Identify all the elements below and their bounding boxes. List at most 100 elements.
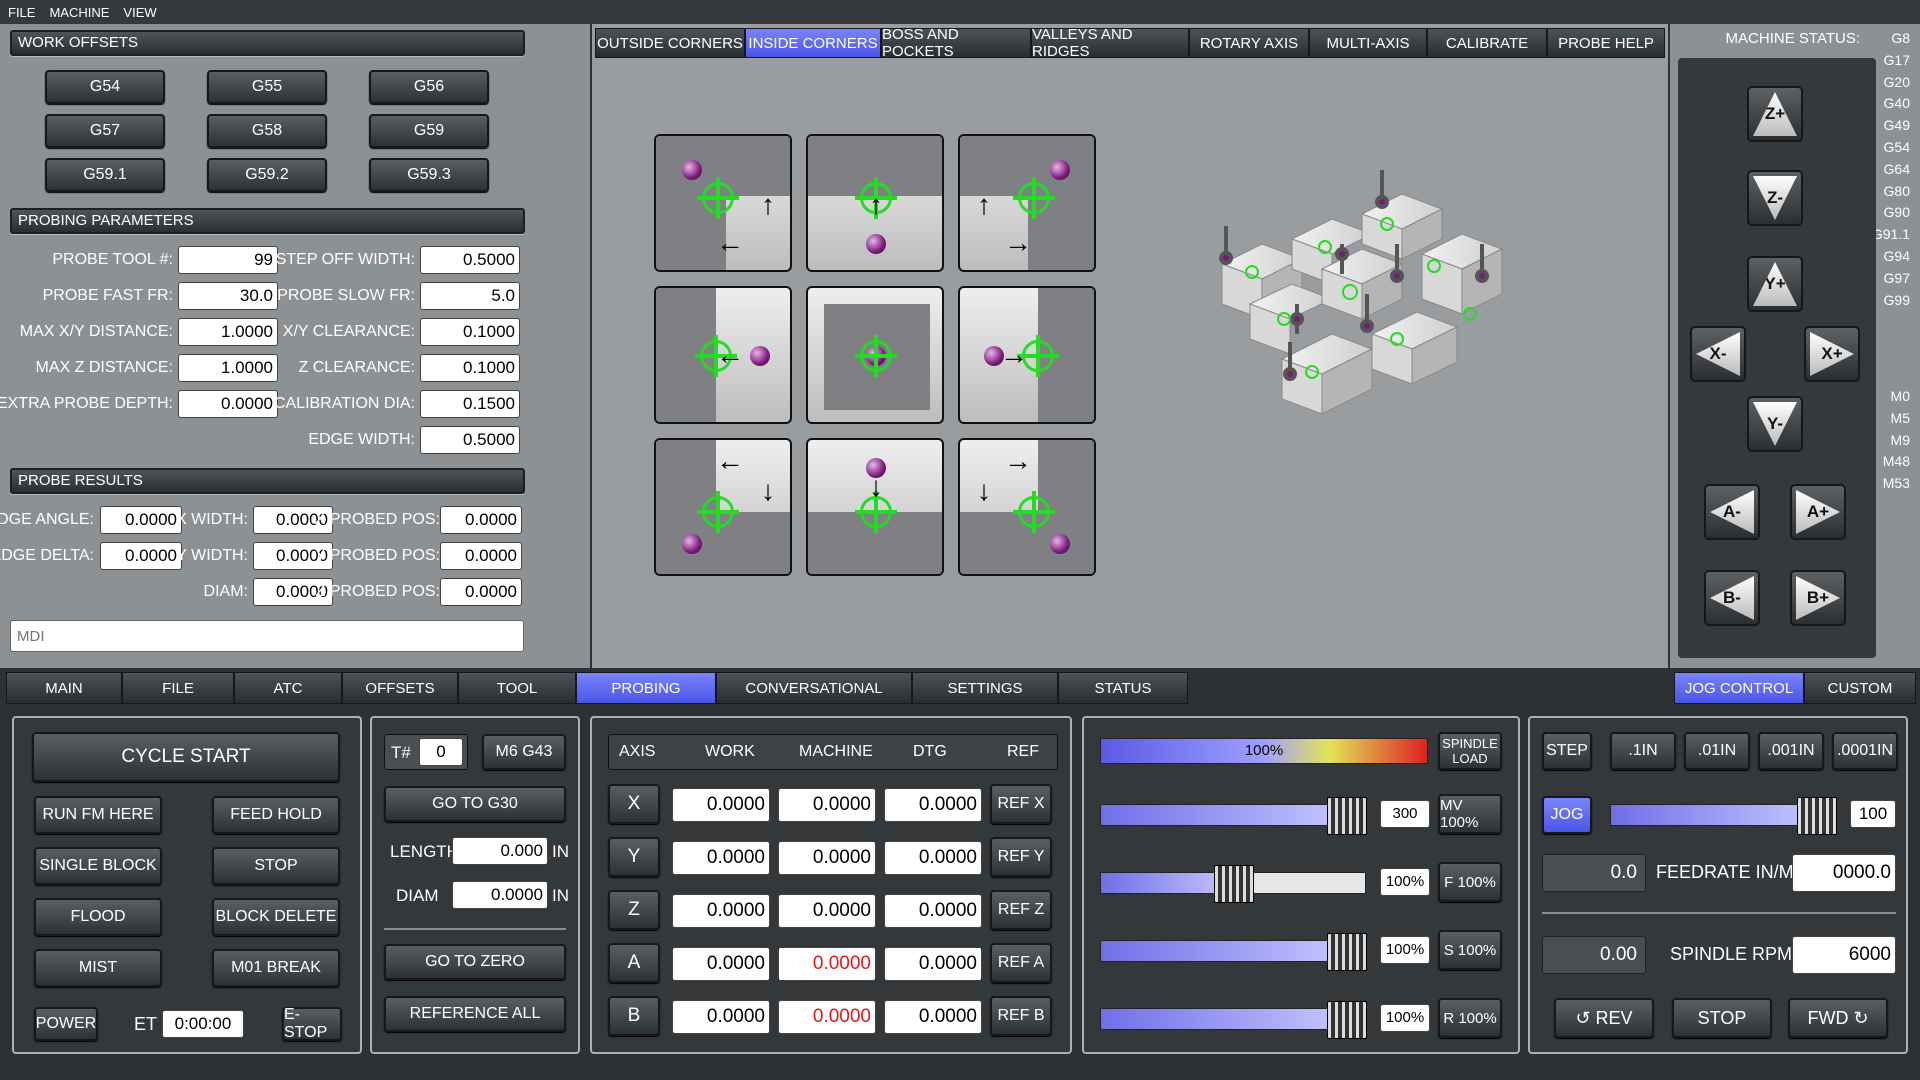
ref-y-button[interactable]: REF Y bbox=[990, 837, 1052, 877]
jog-rate-field[interactable]: 100 bbox=[1850, 800, 1896, 828]
run-from-here-button[interactable]: RUN FM HERE bbox=[34, 796, 162, 834]
max-xy-field[interactable]: 1.0000 bbox=[178, 318, 278, 346]
tab-offsets[interactable]: OFFSETS bbox=[342, 672, 458, 704]
axis-b-button[interactable]: B bbox=[608, 996, 660, 1036]
g55-button[interactable]: G55 bbox=[207, 70, 327, 104]
work-z-field[interactable]: 0.0000 bbox=[672, 894, 770, 928]
rapid-override-slider[interactable] bbox=[1100, 1001, 1367, 1039]
work-y-field[interactable]: 0.0000 bbox=[672, 841, 770, 875]
inc-0-01-button[interactable]: .01IN bbox=[1684, 732, 1750, 770]
mist-button[interactable]: MIST bbox=[34, 949, 162, 987]
menu-file[interactable]: FILE bbox=[8, 5, 35, 20]
feedrate-field[interactable]: 0000.0 bbox=[1792, 854, 1896, 892]
tool-diam-field[interactable]: 0.0000 bbox=[452, 881, 548, 909]
go-to-zero-button[interactable]: GO TO ZERO bbox=[384, 944, 566, 980]
single-block-button[interactable]: SINGLE BLOCK bbox=[34, 847, 162, 885]
g54-button[interactable]: G54 bbox=[45, 70, 165, 104]
edge-width-field[interactable]: 0.5000 bbox=[420, 426, 520, 454]
work-a-field[interactable]: 0.0000 bbox=[672, 947, 770, 981]
tab-probe-help[interactable]: PROBE HELP bbox=[1547, 28, 1665, 58]
cycle-start-button[interactable]: CYCLE START bbox=[32, 732, 340, 782]
tab-settings[interactable]: SETTINGS bbox=[912, 672, 1058, 704]
jog-rate-grip[interactable] bbox=[1797, 797, 1837, 835]
probe-tile-bottom[interactable]: ↓ bbox=[806, 438, 944, 576]
probe-tool-field[interactable]: 99 bbox=[178, 246, 278, 274]
g57-button[interactable]: G57 bbox=[45, 114, 165, 148]
tool-number-field[interactable]: 0 bbox=[419, 738, 463, 766]
max-vel-reset-button[interactable]: MV 100% bbox=[1438, 794, 1502, 834]
rapid-override-grip[interactable] bbox=[1327, 1001, 1367, 1039]
probe-tile-bottom-left[interactable]: ← ↓ bbox=[654, 438, 792, 576]
max-z-field[interactable]: 1.0000 bbox=[178, 354, 278, 382]
probe-tile-right[interactable]: → bbox=[958, 286, 1096, 424]
probe-tile-left[interactable]: ← bbox=[654, 286, 792, 424]
jog-b-minus-button[interactable]: B- bbox=[1704, 570, 1760, 626]
inc-0-1-button[interactable]: .1IN bbox=[1610, 732, 1676, 770]
jog-a-plus-button[interactable]: A+ bbox=[1790, 484, 1846, 540]
feed-override-slider[interactable] bbox=[1100, 865, 1366, 903]
work-x-field[interactable]: 0.0000 bbox=[672, 788, 770, 822]
ref-a-button[interactable]: REF A bbox=[990, 943, 1052, 983]
m01-break-button[interactable]: M01 BREAK bbox=[212, 949, 340, 987]
ref-x-button[interactable]: REF X bbox=[990, 784, 1052, 824]
inc-0-001-button[interactable]: .001IN bbox=[1758, 732, 1824, 770]
tab-conversational[interactable]: CONVERSATIONAL bbox=[716, 672, 912, 704]
spindle-reset-button[interactable]: S 100% bbox=[1438, 930, 1502, 970]
probe-tile-top-left[interactable]: ↑ ← bbox=[654, 134, 792, 272]
ref-b-button[interactable]: REF B bbox=[990, 996, 1052, 1036]
feed-override-grip[interactable] bbox=[1214, 865, 1254, 903]
tab-rotary-axis[interactable]: ROTARY AXIS bbox=[1189, 28, 1309, 58]
probe-tile-center[interactable] bbox=[806, 286, 944, 424]
jog-z-plus-button[interactable]: Z+ bbox=[1747, 86, 1803, 142]
calibration-dia-field[interactable]: 0.1500 bbox=[420, 390, 520, 418]
probe-slow-field[interactable]: 5.0 bbox=[420, 282, 520, 310]
stop-button[interactable]: STOP bbox=[212, 847, 340, 885]
m6-g43-button[interactable]: M6 G43 bbox=[482, 734, 566, 770]
jog-mode-button[interactable]: JOG bbox=[1542, 796, 1592, 834]
tab-status[interactable]: STATUS bbox=[1058, 672, 1188, 704]
tab-inside-corners[interactable]: INSIDE CORNERS bbox=[745, 28, 881, 58]
step-off-field[interactable]: 0.5000 bbox=[420, 246, 520, 274]
flood-button[interactable]: FLOOD bbox=[34, 898, 162, 936]
tab-probing[interactable]: PROBING bbox=[576, 672, 716, 704]
g56-button[interactable]: G56 bbox=[369, 70, 489, 104]
go-to-g30-button[interactable]: GO TO G30 bbox=[384, 786, 566, 822]
tab-tool[interactable]: TOOL bbox=[458, 672, 576, 704]
tab-jog-control[interactable]: JOG CONTROL bbox=[1674, 672, 1804, 704]
tab-file[interactable]: FILE bbox=[122, 672, 234, 704]
max-vel-override-slider[interactable] bbox=[1100, 797, 1367, 835]
probe-tile-bottom-right[interactable]: → ↓ bbox=[958, 438, 1096, 576]
max-vel-override-grip[interactable] bbox=[1327, 797, 1367, 835]
ref-z-button[interactable]: REF Z bbox=[990, 890, 1052, 930]
axis-z-button[interactable]: Z bbox=[608, 890, 660, 930]
probe-tile-top-right[interactable]: ↑ → bbox=[958, 134, 1096, 272]
tab-boss-and-pockets[interactable]: BOSS AND POCKETS bbox=[881, 26, 1031, 60]
spindle-stop-button[interactable]: STOP bbox=[1672, 998, 1772, 1038]
g59-button[interactable]: G59 bbox=[369, 114, 489, 148]
xy-clearance-field[interactable]: 0.1000 bbox=[420, 318, 520, 346]
spindle-override-slider[interactable] bbox=[1100, 933, 1367, 971]
tool-length-field[interactable]: 0.000 bbox=[452, 837, 548, 865]
jog-b-plus-button[interactable]: B+ bbox=[1790, 570, 1846, 626]
jog-y-minus-button[interactable]: Y- bbox=[1747, 396, 1803, 452]
feed-reset-button[interactable]: F 100% bbox=[1438, 862, 1502, 902]
probe-fast-field[interactable]: 30.0 bbox=[178, 282, 278, 310]
feed-hold-button[interactable]: FEED HOLD bbox=[212, 796, 340, 834]
rapid-reset-button[interactable]: R 100% bbox=[1438, 998, 1502, 1038]
tab-calibrate[interactable]: CALIBRATE bbox=[1427, 28, 1547, 58]
probe-tile-top[interactable]: ↑ bbox=[806, 134, 944, 272]
jog-z-minus-button[interactable]: Z- bbox=[1747, 170, 1803, 226]
menu-view[interactable]: VIEW bbox=[123, 5, 156, 20]
jog-rate-slider[interactable] bbox=[1610, 797, 1837, 835]
g58-button[interactable]: G58 bbox=[207, 114, 327, 148]
spindle-rev-button[interactable]: ↺ REV bbox=[1554, 998, 1654, 1038]
g59-3-button[interactable]: G59.3 bbox=[369, 158, 489, 192]
tab-main[interactable]: MAIN bbox=[6, 672, 122, 704]
block-delete-button[interactable]: BLOCK DELETE bbox=[212, 898, 340, 936]
work-b-field[interactable]: 0.0000 bbox=[672, 1000, 770, 1034]
axis-x-button[interactable]: X bbox=[608, 784, 660, 824]
jog-x-plus-button[interactable]: X+ bbox=[1804, 326, 1860, 382]
e-stop-button[interactable]: E-STOP bbox=[282, 1006, 342, 1041]
tab-outside-corners[interactable]: OUTSIDE CORNERS bbox=[595, 28, 745, 58]
jog-x-minus-button[interactable]: X- bbox=[1690, 326, 1746, 382]
